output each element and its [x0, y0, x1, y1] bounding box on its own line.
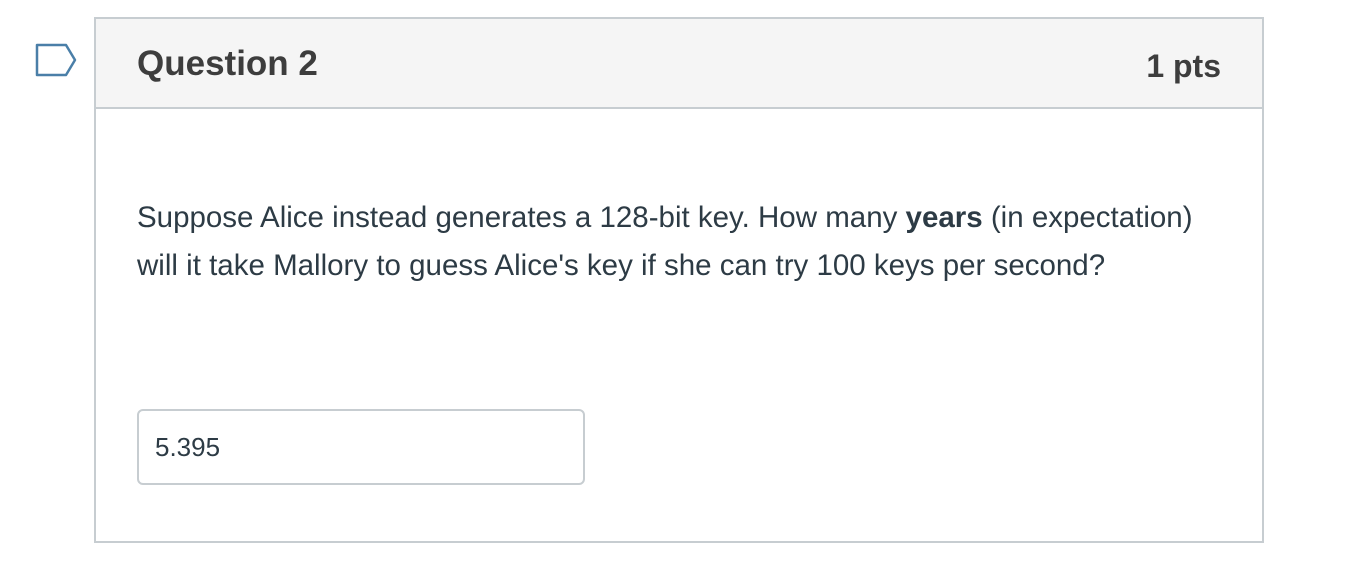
flag-question-icon[interactable] — [34, 42, 78, 78]
question-points: 1 pts — [1146, 48, 1221, 84]
question-text: Suppose Alice instead generates a 128-bi… — [137, 194, 1217, 290]
question-text-emphasis: years — [905, 201, 983, 234]
question-text-before: Suppose Alice instead generates a 128-bi… — [137, 201, 906, 234]
answer-input[interactable] — [137, 409, 585, 485]
question-card: Question 2 1 pts Suppose Alice instead g… — [94, 17, 1264, 543]
question-header: Question 2 1 pts — [96, 19, 1262, 109]
question-title: Question 2 — [137, 44, 318, 83]
